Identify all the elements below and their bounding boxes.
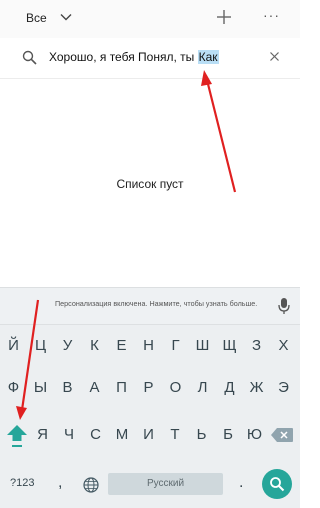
more-icon[interactable]: ··· (263, 7, 280, 23)
search-icon (22, 50, 37, 65)
key-6[interactable]: Т (163, 419, 188, 451)
search-go-button[interactable] (262, 469, 292, 499)
empty-list-message: Список пуст (116, 177, 184, 191)
key-2[interactable]: Ц (28, 330, 53, 362)
suggestion-strip[interactable]: Персонализация включена. Нажмите, чтобы … (0, 288, 300, 325)
key-1[interactable]: Я (30, 419, 55, 451)
plus-icon[interactable] (215, 8, 233, 26)
symbols-key[interactable]: ?123 (10, 477, 34, 489)
key-6[interactable]: Р (136, 372, 161, 404)
key-6[interactable]: Н (136, 330, 161, 362)
period-key[interactable]: . (239, 474, 243, 492)
suggestion-text: Персонализация включена. Нажмите, чтобы … (55, 299, 258, 308)
key-7[interactable]: Г (163, 330, 188, 362)
key-row-2: ФЫВАПРОЛДЖЭ (0, 372, 300, 404)
search-bar: Хорошо, я тебя Понял, ты Как (0, 38, 300, 79)
key-9[interactable]: Д (217, 372, 242, 404)
key-5[interactable]: П (109, 372, 134, 404)
key-1[interactable]: Ф (1, 372, 26, 404)
key-row-1: ЙЦУКЕНГШЩЗХ (0, 330, 300, 362)
annotation-arrow-to-selection (201, 70, 237, 193)
mic-icon[interactable] (278, 297, 290, 315)
comma-key[interactable]: , (58, 474, 62, 492)
key-2[interactable]: Ч (57, 419, 82, 451)
key-7[interactable]: Ь (189, 419, 214, 451)
folder-selector-label[interactable]: Все (26, 11, 47, 25)
search-text-before: Хорошо, я тебя Понял, ты (49, 50, 198, 64)
globe-icon[interactable] (83, 477, 99, 493)
keyboard: Персонализация включена. Нажмите, чтобы … (0, 287, 300, 508)
key-8[interactable]: Ш (190, 330, 215, 362)
key-9[interactable]: Щ (217, 330, 242, 362)
search-go-icon (270, 477, 285, 492)
key-7[interactable]: О (163, 372, 188, 404)
clear-icon[interactable] (269, 51, 280, 62)
key-row-3: ЯЧСМИТЬБЮ (0, 419, 300, 451)
search-selected-text: Как (197, 50, 219, 64)
key-10[interactable]: Ж (244, 372, 269, 404)
key-11[interactable]: Э (271, 372, 296, 404)
key-5[interactable]: И (136, 419, 161, 451)
key-3[interactable]: В (55, 372, 80, 404)
key-4[interactable]: А (82, 372, 107, 404)
search-input[interactable]: Хорошо, я тебя Понял, ты Как (49, 50, 219, 64)
backspace-icon[interactable] (270, 427, 294, 443)
key-3[interactable]: С (83, 419, 108, 451)
key-3[interactable]: У (55, 330, 80, 362)
chevron-down-icon[interactable] (60, 11, 72, 23)
space-key[interactable]: Русский (108, 473, 223, 495)
key-5[interactable]: Е (109, 330, 134, 362)
key-9[interactable]: Ю (242, 419, 267, 451)
key-1[interactable]: Й (1, 330, 26, 362)
key-4[interactable]: М (110, 419, 135, 451)
key-8[interactable]: Б (216, 419, 241, 451)
key-4[interactable]: К (82, 330, 107, 362)
top-bar: Все ··· (0, 0, 300, 39)
key-2[interactable]: Ы (28, 372, 53, 404)
key-row-bottom: ?123 , Русский . (0, 466, 300, 506)
shift-icon[interactable] (4, 419, 30, 451)
key-11[interactable]: Х (271, 330, 296, 362)
key-8[interactable]: Л (190, 372, 215, 404)
key-10[interactable]: З (244, 330, 269, 362)
